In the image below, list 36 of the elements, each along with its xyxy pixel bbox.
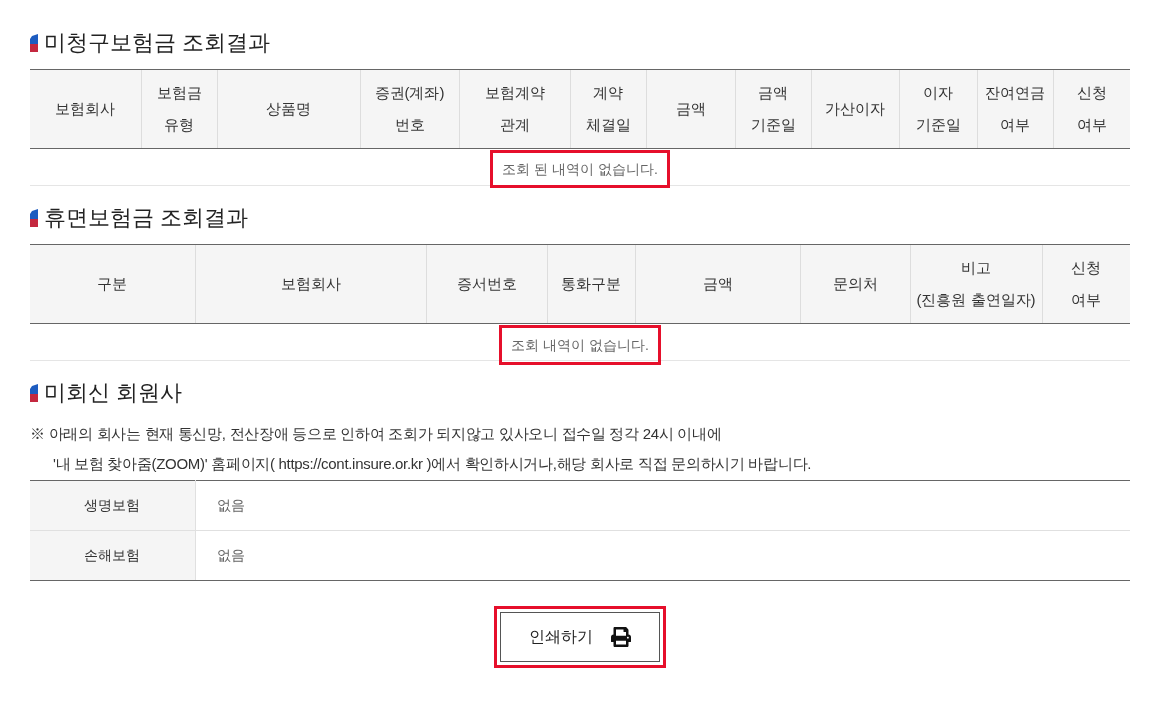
print-button[interactable]: 인쇄하기 <box>500 612 660 662</box>
column-header: 증권(계좌) 번호 <box>360 69 459 149</box>
column-header: 보험회사 <box>30 69 141 149</box>
column-header: 금액 기준일 <box>735 69 811 149</box>
heading-marker-icon <box>30 384 38 402</box>
section-title: 미청구보험금 조회결과 <box>44 30 271 56</box>
column-header: 금액 <box>635 244 800 324</box>
column-header: 통화구분 <box>547 244 635 324</box>
column-header: 가산이자 <box>811 69 899 149</box>
empty-result-message: 조회 내역이 없습니다. <box>511 336 649 355</box>
column-header: 계약 체결일 <box>570 69 646 149</box>
column-header: 이자 기준일 <box>899 69 977 149</box>
column-header: 상품명 <box>217 69 360 149</box>
heading-marker-icon <box>30 34 38 52</box>
row-label: 손해보험 <box>30 530 195 581</box>
notice-text: ※ 아래의 회사는 현재 통신망, 전산장애 등으로 인하여 조회가 되지않고 있사오니 접수일 정각 24시 이내에 <box>30 424 723 444</box>
section-title: 휴면보험금 조회결과 <box>44 205 249 231</box>
printer-icon <box>611 627 631 647</box>
heading-marker-icon <box>30 209 38 227</box>
row-label: 생명보험 <box>30 480 195 531</box>
column-header: 비고 (진흥원 출연일자) <box>910 244 1042 324</box>
table-cell: 없음 <box>195 530 1130 581</box>
column-header: 잔여연금 여부 <box>977 69 1053 149</box>
table-cell: 없음 <box>195 480 1130 531</box>
empty-result-message: 조회 된 내역이 없습니다. <box>502 160 658 179</box>
column-header: 구분 <box>30 244 195 324</box>
column-header: 보험회사 <box>195 244 426 324</box>
column-header: 증서번호 <box>426 244 547 324</box>
column-header: 금액 <box>646 69 735 149</box>
column-header: 보험금 유형 <box>141 69 217 149</box>
column-header: 보험계약 관계 <box>459 69 570 149</box>
column-header: 신청 여부 <box>1042 244 1130 324</box>
column-header: 문의처 <box>800 244 910 324</box>
column-header: 신청 여부 <box>1053 69 1130 149</box>
section-title: 미회신 회원사 <box>44 380 183 406</box>
notice-text: '내 보험 찾아줌(ZOOM)' 홈페이지( https://cont.insure.or.kr )에서 확인하시거나,해당 회사로 직접 문의하시기 바랍니다. <box>52 454 813 474</box>
